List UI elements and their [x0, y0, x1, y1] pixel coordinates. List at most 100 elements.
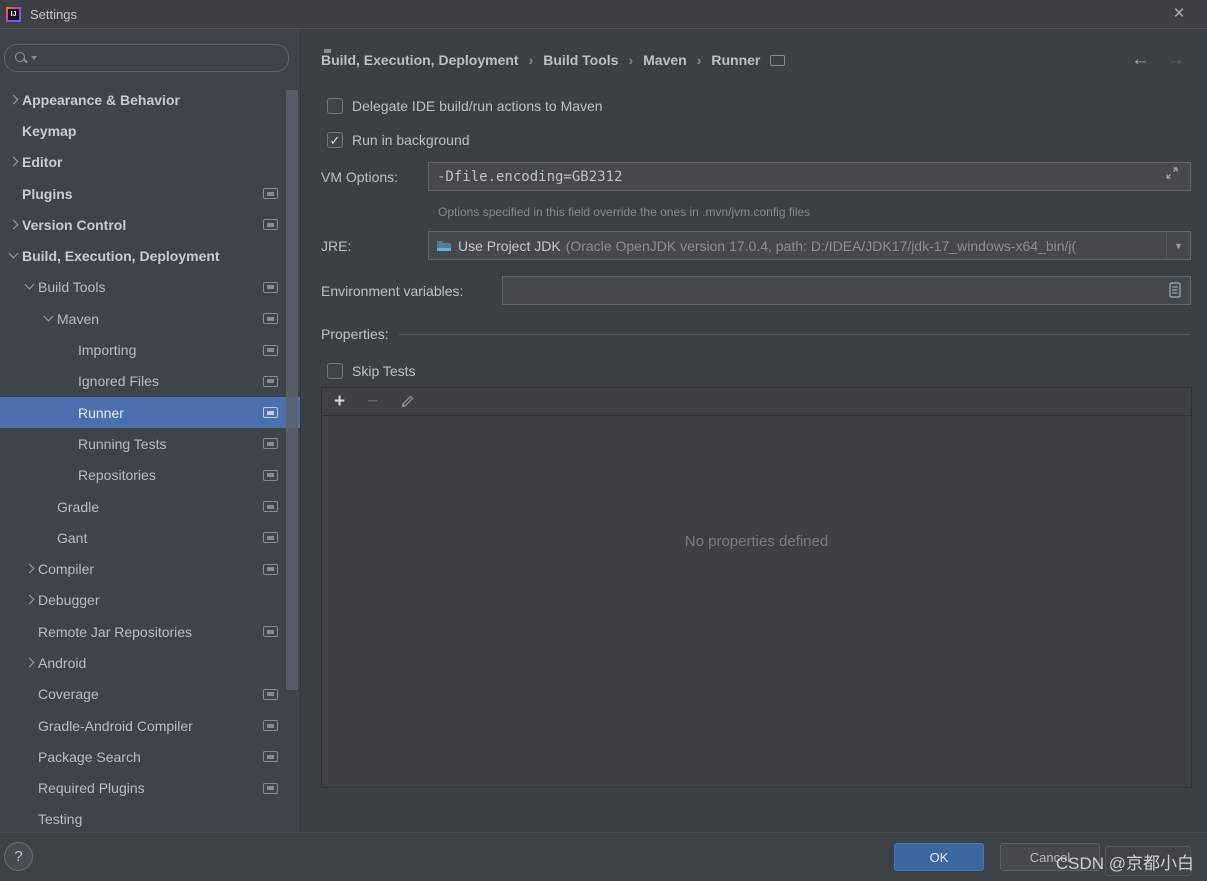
search-icon[interactable] — [14, 51, 28, 65]
jre-combobox[interactable]: Use Project JDK (Oracle OpenJDK version … — [428, 231, 1191, 260]
ok-button[interactable]: OK — [894, 843, 984, 871]
sidebar-item-build-tools[interactable]: Build Tools — [0, 272, 300, 303]
sidebar-item-package-search[interactable]: Package Search — [0, 741, 300, 772]
breadcrumb-item-build-execution-deployment[interactable]: Build, Execution, Deployment — [321, 52, 519, 68]
expand-field-icon[interactable] — [1165, 166, 1179, 180]
sidebar-item-plugins[interactable]: Plugins — [0, 178, 300, 209]
sidebar-item-build-execution-deployment[interactable]: Build, Execution, Deployment — [0, 240, 300, 271]
history-nav: ← → — [1131, 46, 1185, 74]
settings-page-icon — [263, 751, 278, 763]
sidebar-item-label: Package Search — [38, 748, 141, 765]
sidebar-item-label: Plugins — [22, 185, 73, 202]
sidebar-item-label: Running Tests — [78, 435, 167, 452]
close-icon[interactable]: × — [1162, 0, 1196, 28]
sidebar-item-running-tests[interactable]: Running Tests — [0, 428, 300, 459]
sidebar-item-debugger[interactable]: Debugger — [0, 585, 300, 616]
breadcrumb-item-build-tools[interactable]: Build Tools — [543, 52, 618, 68]
checkbox-run-in-background[interactable]: ✓ Run in background — [327, 131, 470, 149]
sidebar-item-label: Repositories — [78, 467, 156, 484]
settings-page-icon — [263, 532, 278, 544]
sidebar-item-label: Testing — [38, 811, 83, 828]
sidebar-scrollbar[interactable] — [286, 90, 298, 690]
back-icon[interactable]: ← — [1131, 49, 1150, 71]
chevron-down-icon[interactable] — [22, 279, 38, 295]
help-icon[interactable]: ? — [4, 842, 33, 871]
sidebar-item-repositories[interactable]: Repositories — [0, 460, 300, 491]
sidebar-item-keymap[interactable]: Keymap — [0, 115, 300, 146]
intellij-logo-icon — [6, 6, 21, 22]
sidebar-item-importing[interactable]: Importing — [0, 334, 300, 365]
apply-button[interactable] — [1105, 846, 1191, 876]
chevron-down-icon[interactable] — [41, 311, 57, 327]
settings-page-icon — [263, 188, 278, 200]
checkbox-delegate-ide-build-run-actions-to-maven[interactable]: Delegate IDE build/run actions to Maven — [327, 97, 603, 115]
checkbox-unchecked-icon[interactable] — [327, 98, 343, 114]
breadcrumb-item-runner[interactable]: Runner — [711, 52, 760, 68]
sidebar-item-testing[interactable]: Testing — [0, 804, 300, 832]
breadcrumb-item-maven[interactable]: Maven — [643, 52, 687, 68]
settings-page-icon — [263, 313, 278, 325]
add-icon[interactable]: + — [334, 392, 345, 411]
sidebar-item-version-control[interactable]: Version Control — [0, 209, 300, 240]
window-title: Settings — [30, 6, 77, 22]
search-box[interactable] — [4, 44, 289, 72]
sidebar-item-label: Build Tools — [38, 279, 106, 296]
checkbox-checked-icon[interactable]: ✓ — [327, 132, 343, 148]
properties-section-header: Properties: — [321, 326, 1190, 342]
sidebar-item-gant[interactable]: Gant — [0, 522, 300, 553]
sidebar-item-label: Android — [38, 654, 87, 671]
sidebar-item-compiler[interactable]: Compiler — [0, 553, 300, 584]
sidebar-item-editor[interactable]: Editor — [0, 147, 300, 178]
sidebar-item-label: Gradle-Android Compiler — [38, 717, 193, 734]
sidebar-item-ignored-files[interactable]: Ignored Files — [0, 366, 300, 397]
settings-page-icon — [263, 281, 278, 293]
search-history-arrow-icon[interactable] — [31, 56, 37, 60]
sidebar-item-required-plugins[interactable]: Required Plugins — [0, 773, 300, 804]
sidebar-item-label: Runner — [78, 404, 124, 421]
jre-label: JRE: — [321, 238, 352, 254]
chevron-right-icon[interactable] — [22, 655, 38, 671]
settings-page-icon — [263, 219, 278, 231]
dropdown-arrow-icon[interactable]: ▼ — [1166, 232, 1190, 259]
sidebar-item-runner[interactable]: Runner — [0, 396, 300, 429]
checkbox-unchecked-icon[interactable] — [327, 363, 343, 379]
environment-variables-input[interactable] — [502, 276, 1191, 305]
sidebar-item-maven[interactable]: Maven — [0, 303, 300, 334]
settings-tree: Appearance & Behavior Keymap Editor Plugins… — [0, 84, 300, 832]
vm-options-input[interactable] — [428, 162, 1191, 191]
sidebar-item-label: Build, Execution, Deployment — [22, 248, 220, 265]
chevron-right-icon[interactable] — [6, 217, 22, 233]
sidebar-item-label: Keymap — [22, 122, 77, 139]
sidebar-item-gradle-android-compiler[interactable]: Gradle-Android Compiler — [0, 710, 300, 741]
chevron-right-icon[interactable] — [22, 561, 38, 577]
sidebar-item-android[interactable]: Android — [0, 647, 300, 678]
chevron-right-icon[interactable] — [6, 92, 22, 108]
sidebar-item-label: Version Control — [22, 216, 127, 233]
forward-icon: → — [1166, 49, 1185, 70]
sidebar-item-coverage[interactable]: Coverage — [0, 679, 300, 710]
settings-sidebar: Appearance & Behavior Keymap Editor Plugins… — [0, 30, 300, 832]
checkbox-skip-tests[interactable]: Skip Tests — [327, 362, 416, 380]
browse-variables-icon[interactable] — [1169, 282, 1181, 298]
sidebar-item-appearance-behavior[interactable]: Appearance & Behavior — [0, 84, 300, 115]
chevron-down-icon[interactable] — [6, 248, 22, 264]
dialog-footer: ? OK Cancel — [0, 832, 1207, 881]
properties-toolbar: + − — [322, 388, 1191, 416]
sidebar-item-label: Editor — [22, 154, 63, 171]
environment-variables-label: Environment variables: — [321, 283, 464, 299]
cancel-button[interactable]: Cancel — [1000, 843, 1100, 871]
sidebar-item-remote-jar-repositories[interactable]: Remote Jar Repositories — [0, 616, 300, 647]
sidebar-item-label: Importing — [78, 342, 137, 359]
search-input[interactable] — [45, 50, 278, 66]
sidebar-item-label: Gant — [57, 529, 88, 546]
chevron-right-icon[interactable] — [22, 592, 38, 608]
sidebar-item-gradle[interactable]: Gradle — [0, 491, 300, 522]
settings-window: Settings × Appearance & Behavior Keymap Ed… — [0, 0, 1207, 881]
sidebar-item-label: Maven — [57, 310, 100, 327]
chevron-right-icon[interactable] — [6, 154, 22, 170]
